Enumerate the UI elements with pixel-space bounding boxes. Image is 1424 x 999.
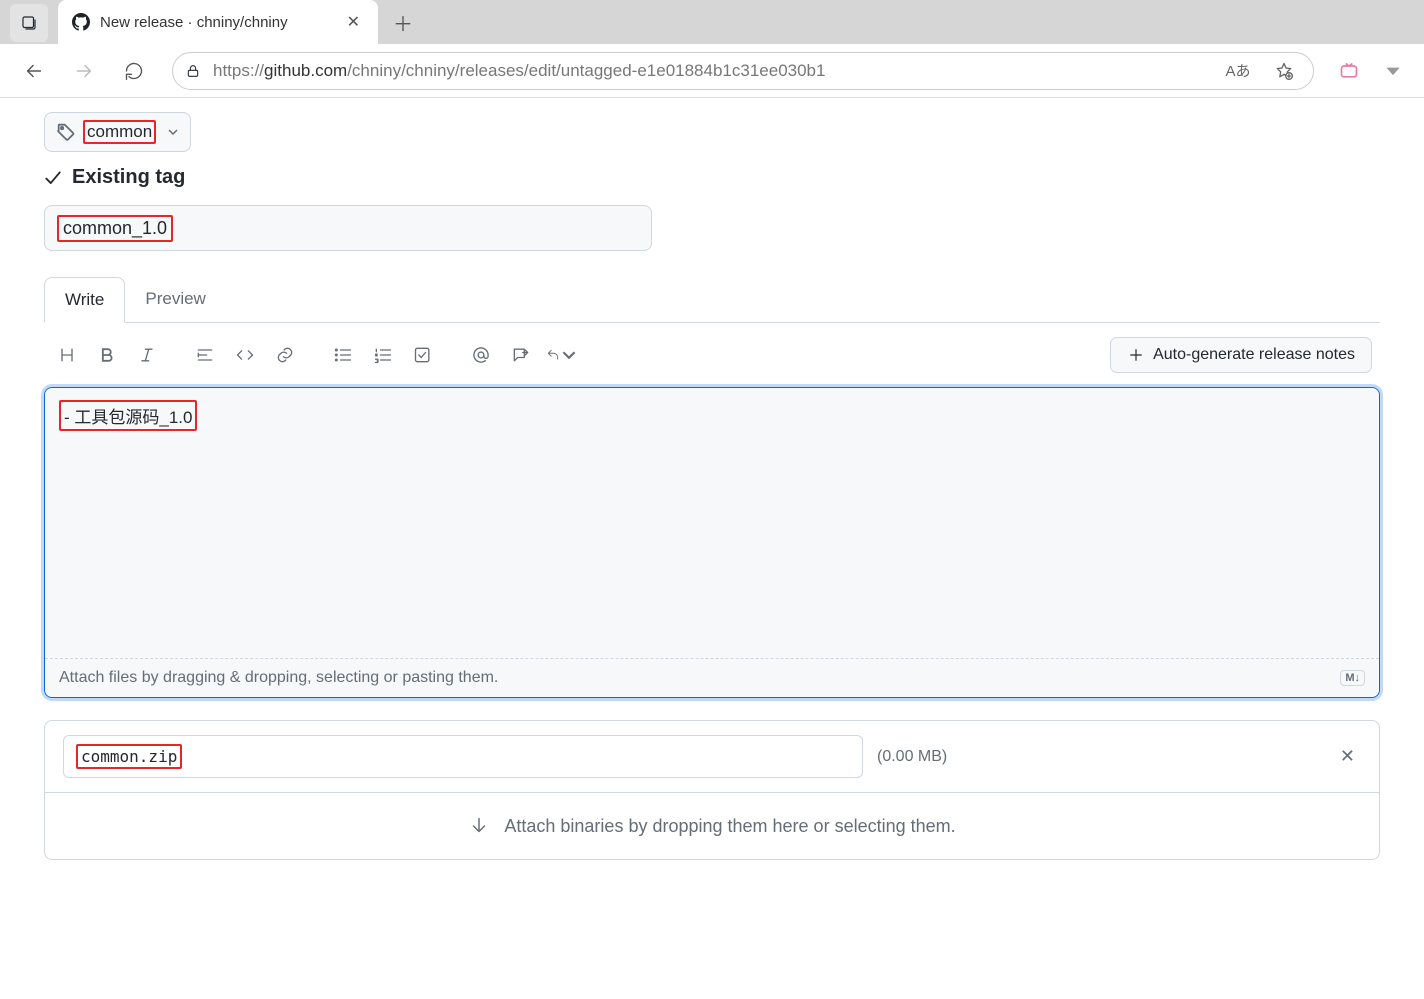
markdown-badge[interactable]: M↓ [1340,670,1365,686]
arrow-right-icon [73,60,95,82]
asset-drop-hint: Attach binaries by dropping them here or… [504,816,955,837]
asset-row: common.zip (0.00 MB) ✕ [45,721,1379,792]
url-host: github.com [264,61,347,80]
chevron-down-icon [168,127,178,137]
browser-nav-bar: https://github.com/chniny/chniny/release… [0,44,1424,98]
browser-tab-active[interactable]: New release · chniny/chniny ✕ [58,0,378,44]
tasklist-icon [413,345,433,365]
heading-button[interactable] [52,340,82,370]
cross-reference-icon [511,345,531,365]
arrow-left-icon [23,60,45,82]
tabs-icon [20,14,38,32]
release-body-value: - 工具包源码_1.0 [59,400,197,431]
tag-icon [57,123,75,141]
reply-icon [546,345,560,365]
existing-tag-label: Existing tag [72,166,185,189]
github-icon [72,13,90,31]
auto-generate-label: Auto-generate release notes [1153,346,1355,364]
check-icon [44,169,62,187]
mention-icon [471,345,491,365]
asset-dropzone[interactable]: Attach binaries by dropping them here or… [45,792,1379,859]
lock-icon [185,63,201,79]
browser-tab-bar: New release · chniny/chniny ✕ ＋ [0,0,1424,44]
code-icon [235,345,255,365]
tab-preview[interactable]: Preview [125,277,225,322]
chevron-down-bold-icon [1383,61,1403,81]
bold-button[interactable] [92,340,122,370]
tag-name: common [83,120,156,144]
link-icon [275,345,295,365]
url-path: /chniny/chniny/releases/edit/untagged-e1… [347,61,825,80]
extension-icon-2[interactable] [1376,54,1410,88]
tv-icon [1339,61,1359,81]
asset-name-value: common.zip [76,744,182,769]
ordered-list-button[interactable] [368,340,398,370]
attach-hint-bar[interactable]: Attach files by dragging & dropping, sel… [45,658,1379,697]
url-text: https://github.com/chniny/chniny/release… [213,61,1209,81]
italic-icon [137,345,157,365]
reload-icon [124,61,144,81]
tasklist-button[interactable] [408,340,438,370]
star-add-icon [1274,61,1294,81]
asset-remove-button[interactable]: ✕ [1334,740,1361,773]
reply-button[interactable] [546,340,576,370]
link-button[interactable] [270,340,300,370]
quote-icon [195,345,215,365]
editor-tabs: Write Preview [44,277,1380,323]
new-tab-button[interactable]: ＋ [386,5,420,39]
extension-icon-1[interactable] [1332,54,1366,88]
release-title-value: common_1.0 [57,215,173,242]
code-button[interactable] [230,340,260,370]
plus-icon [1127,346,1145,364]
address-bar[interactable]: https://github.com/chniny/chniny/release… [172,52,1314,90]
release-title-input[interactable]: common_1.0 [44,205,652,251]
url-prefix: https:// [213,61,264,80]
asset-size: (0.00 MB) [877,748,947,766]
asset-name-input[interactable]: common.zip [63,735,863,778]
assets-block: common.zip (0.00 MB) ✕ Attach binaries b… [44,720,1380,860]
mention-button[interactable] [466,340,496,370]
list-ol-icon [373,345,393,365]
attach-hint-text: Attach files by dragging & dropping, sel… [59,669,498,687]
back-button[interactable] [14,51,54,91]
release-body-textarea[interactable]: - 工具包源码_1.0 [45,388,1379,658]
favorites-button[interactable] [1267,54,1301,88]
list-ul-icon [333,345,353,365]
tab-title: New release · chniny/chniny [100,14,333,31]
reload-button[interactable] [114,51,154,91]
tab-overview-button[interactable] [10,4,48,42]
unordered-list-button[interactable] [328,340,358,370]
existing-tag-line: Existing tag [44,166,1380,189]
italic-button[interactable] [132,340,162,370]
reference-button[interactable] [506,340,536,370]
tag-selector[interactable]: common [44,112,191,152]
arrow-down-icon [468,815,490,837]
editor-toolbar: Auto-generate release notes [44,323,1380,387]
auto-generate-button[interactable]: Auto-generate release notes [1110,337,1372,373]
bold-icon [97,345,117,365]
close-tab-button[interactable]: ✕ [343,8,364,36]
translate-button[interactable]: Aあ [1221,54,1255,88]
tab-write[interactable]: Write [44,277,125,323]
forward-button[interactable] [64,51,104,91]
chevron-down-icon [562,345,576,365]
heading-icon [57,345,77,365]
quote-button[interactable] [190,340,220,370]
editor-container: - 工具包源码_1.0 Attach files by dragging & d… [44,387,1380,698]
